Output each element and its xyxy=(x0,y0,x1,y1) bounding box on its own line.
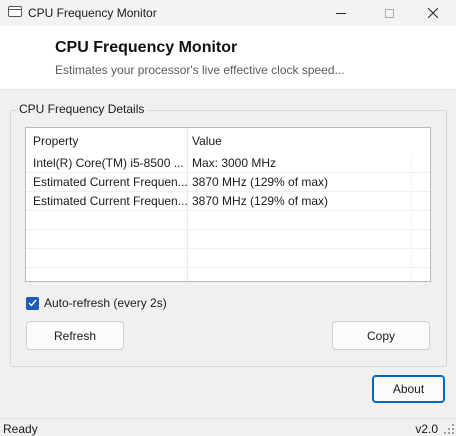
resize-grip-icon[interactable] xyxy=(444,424,454,434)
auto-refresh-checkbox[interactable] xyxy=(26,296,39,310)
close-icon xyxy=(428,8,438,18)
empty-row xyxy=(26,230,430,249)
groupbox-label: CPU Frequency Details xyxy=(16,102,148,116)
close-button[interactable] xyxy=(410,0,456,26)
auto-refresh-label: Auto-refresh (every 2s) xyxy=(44,296,167,310)
status-text: Ready xyxy=(3,422,38,436)
listview-header: Property Value xyxy=(26,128,430,154)
details-listview[interactable]: Property Value Intel(R) Core(TM) i5-8500… xyxy=(25,127,431,282)
page-title: CPU Frequency Monitor xyxy=(55,39,238,56)
row-value: 3870 MHz (129% of max) xyxy=(192,194,329,208)
window-title: CPU Frequency Monitor xyxy=(28,6,157,20)
table-row[interactable]: Estimated Current Frequen... 3870 MHz (1… xyxy=(26,173,430,192)
row-value: 3870 MHz (129% of max) xyxy=(192,175,329,189)
maximize-button[interactable] xyxy=(366,0,412,26)
empty-row xyxy=(26,211,430,230)
status-bar: Ready v2.0 xyxy=(0,418,456,436)
column-header-property[interactable]: Property xyxy=(33,128,188,154)
auto-refresh-toggle[interactable]: Auto-refresh (every 2s) xyxy=(26,295,167,311)
row-property: Estimated Current Frequen... xyxy=(33,175,188,189)
app-window-icon xyxy=(8,6,22,17)
column-divider-right xyxy=(411,154,412,281)
checkmark-icon xyxy=(28,299,37,307)
column-divider xyxy=(187,128,188,281)
empty-row xyxy=(26,249,430,268)
row-property: Intel(R) Core(TM) i5-8500 ... xyxy=(33,156,184,170)
header-banner: CPU Frequency Monitor Estimates your pro… xyxy=(0,26,456,90)
page-subtitle: Estimates your processor's live effectiv… xyxy=(55,63,345,77)
version-label: v2.0 xyxy=(415,422,438,436)
refresh-button[interactable]: Refresh xyxy=(26,321,124,350)
maximize-icon xyxy=(384,8,394,18)
title-bar: CPU Frequency Monitor xyxy=(0,0,456,26)
copy-button[interactable]: Copy xyxy=(332,321,430,350)
table-row[interactable]: Intel(R) Core(TM) i5-8500 ... Max: 3000 … xyxy=(26,154,430,173)
table-row[interactable]: Estimated Current Frequen... 3870 MHz (1… xyxy=(26,192,430,211)
about-button[interactable]: About xyxy=(372,375,445,403)
minimize-button[interactable] xyxy=(318,0,364,26)
column-header-value[interactable]: Value xyxy=(192,128,424,154)
row-value: Max: 3000 MHz xyxy=(192,156,277,170)
row-property: Estimated Current Frequen... xyxy=(33,194,188,208)
minimize-icon xyxy=(336,12,346,14)
